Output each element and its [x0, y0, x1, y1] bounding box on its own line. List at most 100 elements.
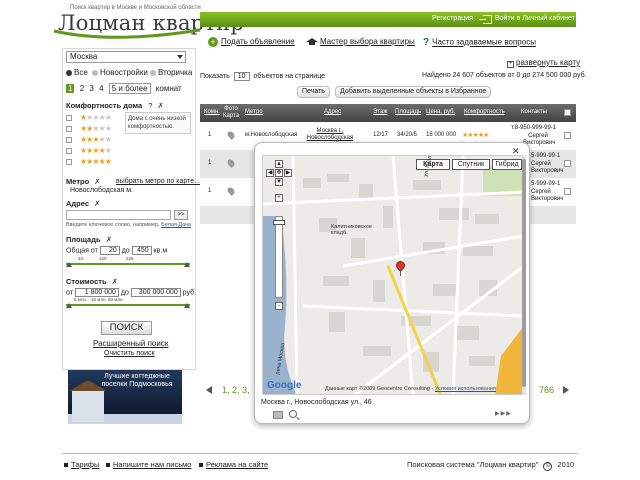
comfort-checkbox[interactable] [66, 125, 72, 132]
map-type-map[interactable]: Карта [416, 159, 450, 170]
search-button[interactable]: ПОИСК [101, 321, 152, 335]
print-button[interactable]: Печать [297, 86, 330, 98]
clear-search-link[interactable]: Очистить поиск [104, 350, 155, 357]
rooms-option-3[interactable]: 3 [89, 84, 93, 93]
footer-ads-link[interactable]: Реклама на сайте [199, 460, 268, 469]
price-slider[interactable] [66, 301, 190, 308]
faq-link[interactable]: ? Часто задаваемые вопросы [423, 37, 536, 48]
row-checkbox[interactable] [564, 160, 571, 167]
star-rating-icon: ★★★★★ [80, 124, 112, 133]
rooms-option-4[interactable]: 4 [99, 84, 103, 93]
show-label: Показать [200, 73, 230, 80]
address-clear-icon[interactable]: ✗ [94, 199, 100, 208]
footer-tariffs-link[interactable]: Тарифы [64, 460, 99, 469]
area-from-input[interactable]: 20 [99, 246, 120, 255]
col-comfort[interactable]: Комфортность [464, 109, 505, 116]
pan-right-icon[interactable]: ▶ [284, 169, 292, 177]
col-address[interactable]: Адрес [324, 109, 341, 116]
market-new-radio[interactable]: Новостройки [92, 68, 148, 77]
advanced-search-link[interactable]: Расширенный поиск [93, 339, 168, 348]
col-area[interactable]: Площадь [395, 109, 421, 116]
pan-down-icon[interactable]: ▼ [275, 178, 283, 186]
map-type-satellite[interactable]: Спутник [452, 159, 490, 170]
pan-up-icon[interactable]: ▲ [275, 160, 283, 168]
wizard-link[interactable]: Мастер выбора квартиры [306, 37, 415, 46]
rooms-option-1[interactable]: 1 [66, 84, 75, 93]
pager-last-page[interactable]: 766 [539, 385, 554, 395]
zoom-in-icon[interactable]: + [275, 194, 283, 202]
cottage-banner[interactable]: Лучшие коттеджные поселки Подмосковья [68, 370, 182, 424]
pager-prev-icon[interactable] [206, 386, 212, 394]
row-checkbox[interactable] [564, 188, 571, 195]
area-slider[interactable] [66, 260, 190, 267]
comfort-checkbox[interactable] [66, 158, 72, 165]
zoom-slider-thumb[interactable] [273, 220, 285, 225]
comfort-checkbox[interactable] [66, 136, 72, 143]
comfort-checkbox[interactable] [66, 114, 72, 121]
pager-next-icon[interactable] [563, 386, 569, 394]
metro-map-link[interactable]: выбрать метро по карте... [116, 178, 200, 185]
add-ad-link[interactable]: + Подать объявление [208, 37, 295, 47]
price-from-input[interactable]: 1 800 000 [74, 288, 119, 297]
map-pin-icon[interactable] [226, 158, 236, 168]
rooms-option-5plus[interactable]: 5 и более [108, 83, 151, 94]
pager-pages[interactable]: 1, 2, 3, [222, 385, 250, 395]
comfort-option[interactable]: ★★★★★ [66, 146, 112, 156]
address-go-button[interactable]: >> [174, 210, 188, 220]
map-pin-icon[interactable] [226, 186, 236, 196]
address-hint-example[interactable]: Белая Дача [161, 222, 191, 228]
comfort-option[interactable]: ★★★★★ [66, 157, 112, 167]
radio-icon [150, 69, 156, 76]
register-link[interactable]: Регистрация [432, 15, 473, 22]
comfort-option[interactable]: ★★★★★ [66, 124, 112, 134]
area-to-input[interactable]: 450 [131, 246, 152, 255]
map-type-hybrid[interactable]: Гибрид [492, 159, 522, 170]
metro-clear-icon[interactable]: ✗ [94, 177, 100, 186]
comfort-clear-icon[interactable]: ✗ [157, 101, 163, 110]
address-input[interactable] [66, 210, 171, 220]
row-checkbox[interactable] [564, 132, 571, 139]
star-icon: ★ [104, 146, 112, 155]
comfort-option[interactable]: ★★★★★ [66, 135, 112, 145]
comfort-option[interactable]: ★★★★★ [66, 113, 112, 123]
pan-center-icon[interactable]: ✥ [275, 169, 283, 177]
footer-mail-label: Напишите нам письмо [113, 460, 192, 469]
magnifier-icon[interactable] [289, 410, 297, 418]
rooms-suffix: комнат [155, 84, 182, 93]
google-logo[interactable]: Google [267, 380, 301, 391]
footer-mail-link[interactable]: Напишите нам письмо [106, 460, 191, 469]
pan-left-icon[interactable]: ◀ [266, 169, 274, 177]
results-count: Найдено 24 607 объектов от 0 до 274 500 … [422, 72, 587, 79]
comfort-checkbox[interactable] [66, 147, 72, 154]
print-icon[interactable] [273, 411, 283, 419]
per-page-select[interactable]: 10 [233, 72, 250, 81]
price-clear-icon[interactable]: ✗ [112, 277, 118, 286]
comfort-help-icon[interactable]: ? [148, 101, 152, 110]
select-all-checkbox[interactable] [564, 109, 571, 116]
market-all-radio[interactable]: Все [66, 68, 88, 77]
col-floor[interactable]: Этаж [373, 109, 387, 116]
row-price: 18 000 000 [426, 132, 457, 138]
expand-map-link[interactable]: + развернуть карту [507, 58, 580, 68]
market-secondary-radio[interactable]: Вторичка [150, 68, 192, 77]
map-pin-icon[interactable] [226, 130, 236, 140]
price-to-label: до [120, 289, 129, 297]
next-arrows-icon[interactable]: ▶▶▶ [495, 410, 512, 417]
price-to-input[interactable]: 300 000 000 [130, 288, 181, 297]
add-favorites-button[interactable]: Добавить выделенные объекты в Избранное [335, 86, 492, 98]
star-icon: ★ [104, 157, 112, 166]
zoom-slider[interactable] [275, 216, 283, 298]
rooms-option-2[interactable]: 2 [80, 84, 84, 93]
city-select[interactable]: Москва [66, 51, 186, 63]
login-link[interactable]: Войти в Личный кабинет [495, 15, 575, 22]
zoom-out-icon[interactable]: − [275, 302, 283, 310]
row-phone: 5-999-99-1 [531, 153, 561, 159]
map-terms-link[interactable]: Условия использования [435, 386, 496, 392]
col-price[interactable]: Цена, руб. [426, 109, 455, 116]
map-view[interactable]: Карта Спутник Гибрид ▲ ◀ ✥ ▶ ▼ + − Калит… [262, 155, 523, 395]
col-rooms[interactable]: Комн. [204, 109, 220, 116]
area-clear-icon[interactable]: ✗ [106, 235, 112, 244]
col-metro[interactable]: Метро [245, 109, 263, 116]
area-heading: Площадь ✗ [66, 235, 112, 244]
popup-scrollbar[interactable] [521, 153, 527, 397]
